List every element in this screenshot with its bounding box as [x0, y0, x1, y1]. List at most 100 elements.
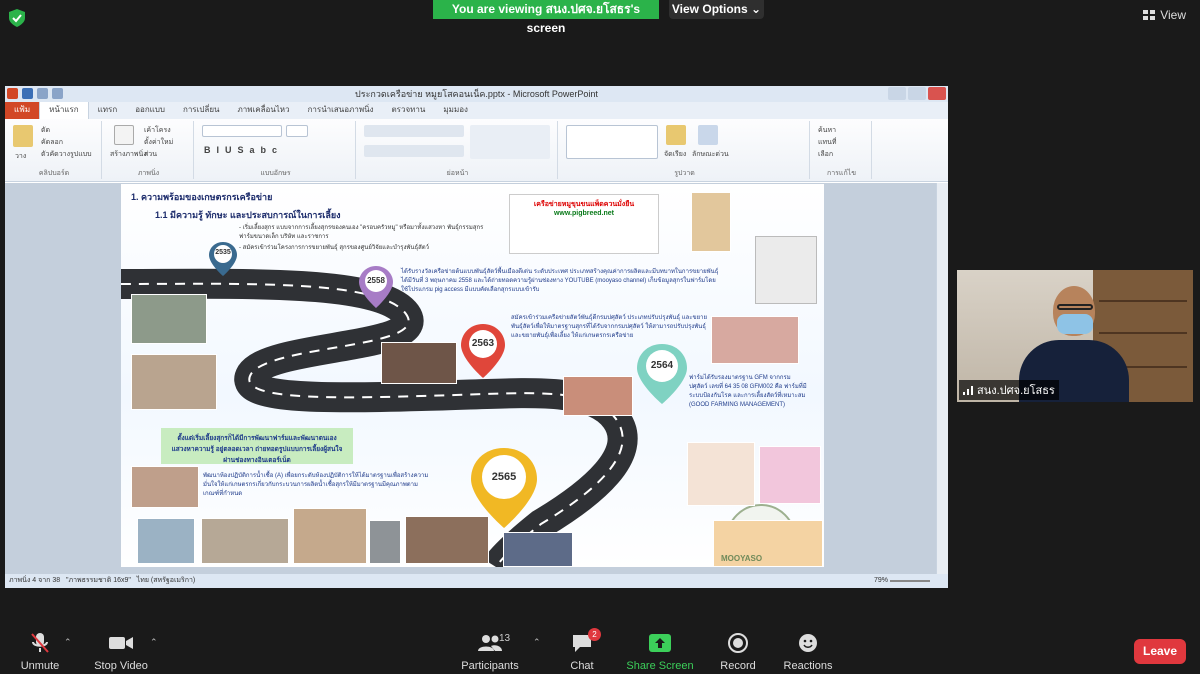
new-slide-label[interactable]: สร้างภาพนิ่ง	[110, 149, 147, 160]
slide-bullet-1: - เริ่มเลี้ยงสุกร แบบจากการเลี้ยงสุกรของ…	[239, 225, 484, 240]
microphone-muted-icon	[31, 633, 49, 653]
shapes-gallery[interactable]	[566, 125, 658, 159]
tab-home[interactable]: หน้าแรก	[39, 99, 89, 119]
award-photo	[759, 446, 821, 504]
reset-button[interactable]: ตั้งค่าใหม่	[144, 137, 173, 148]
pin-year-2558: 2558	[367, 276, 385, 285]
boar-photo	[131, 466, 199, 508]
pin-year-2563: 2563	[471, 338, 495, 349]
quick-styles-button[interactable]: ลักษณะด่วน	[692, 149, 729, 160]
format-painter-button[interactable]: ตัวคัดวางรูปแบบ	[41, 149, 92, 160]
copy-button[interactable]: คัดลอก	[41, 137, 63, 148]
slide-green-callout: ตั้งแต่เริ่มเลี้ยงสุกรก็ได้มีการพัฒนาฟาร…	[161, 428, 353, 464]
smiley-icon	[799, 634, 817, 652]
tab-review[interactable]: ตรวจทาน	[382, 100, 434, 119]
grid-view-icon	[1143, 10, 1156, 20]
zoom-slider[interactable]	[890, 580, 930, 582]
reactions-button[interactable]: Reactions	[768, 632, 848, 672]
find-button[interactable]: ค้นหา	[818, 125, 836, 136]
video-camera-icon	[109, 637, 133, 649]
share-screen-button[interactable]: Share Screen	[620, 632, 700, 672]
replace-button[interactable]: แทนที่	[818, 137, 837, 148]
participants-count: 13	[499, 633, 511, 644]
tab-insert[interactable]: แทรก	[89, 100, 127, 119]
list-buttons[interactable]	[364, 125, 464, 137]
tab-animations[interactable]: ภาพเคลื่อนไหว	[228, 100, 298, 119]
font-style-buttons[interactable]: BIUSabc	[204, 145, 283, 155]
share-screen-label: Share Screen	[626, 660, 694, 672]
participant-glasses	[1057, 304, 1093, 310]
window-title: ประกวดเครือข่าย หมูยโสคอนเน็ค.pptx - Mic…	[355, 89, 598, 99]
redo-icon[interactable]	[52, 88, 63, 99]
slides-group-label: ภาพนิ่ง	[137, 170, 160, 177]
chat-label: Chat	[570, 660, 594, 672]
new-slide-icon[interactable]	[114, 125, 134, 145]
view-button[interactable]: View	[1143, 8, 1186, 22]
tab-view[interactable]: มุมมอง	[434, 100, 477, 119]
stop-video-button[interactable]: Stop Video	[81, 632, 161, 672]
tab-file[interactable]: แฟ้ม	[5, 100, 40, 119]
font-group: BIUSabc แบบอักษร	[196, 121, 356, 179]
pin-year-2535: 2535	[215, 249, 231, 256]
security-shield-icon[interactable]	[9, 9, 25, 27]
banner-title: เครือข่ายหมูขุนขนแพ็ดควนมั่งยืน	[533, 201, 635, 208]
tab-design[interactable]: ออกแบบ	[126, 100, 174, 119]
tab-slideshow[interactable]: การนำเสนอภาพนิ่ง	[299, 100, 383, 119]
audio-options-caret-icon[interactable]: ⌃	[64, 637, 72, 648]
record-label: Record	[720, 660, 756, 672]
powerpoint-statusbar: ภาพนิ่ง 4 จาก 38 "ภาพธรรมชาติ 16x9" ไทย …	[5, 574, 948, 588]
view-label: View	[1160, 8, 1186, 22]
visit-photo	[563, 376, 633, 416]
slide-position: ภาพนิ่ง 4 จาก 38	[9, 577, 61, 584]
participant-video-tile[interactable]: สนง.ปศจ.ยโสธร	[957, 270, 1193, 402]
participants-button[interactable]: 13 Participants	[450, 632, 530, 672]
certificate-photo	[755, 236, 817, 304]
chat-button[interactable]: 2 Chat	[542, 628, 622, 672]
text-direction-buttons[interactable]	[470, 125, 550, 159]
paragraph-group-label: ย่อหน้า	[446, 170, 469, 177]
slide-text-2558: ได้รับรางวัลเครือข่ายต้นแบบพันธุ์สัตว์พื…	[401, 269, 719, 293]
theme-name: "ภาพธรรมชาติ 16x9"	[66, 577, 131, 584]
editing-group: ค้นหา แทนที่ เลือก การแก้ไข	[812, 121, 872, 179]
video-options-caret-icon[interactable]: ⌃	[150, 637, 158, 648]
quick-styles-icon[interactable]	[698, 125, 718, 145]
paste-icon[interactable]	[13, 125, 33, 147]
minimize-icon[interactable]	[888, 87, 906, 100]
record-button[interactable]: Record	[698, 632, 778, 672]
arrange-icon[interactable]	[666, 125, 686, 145]
pin-year-2564: 2564	[650, 360, 674, 371]
timeline-pin-2564: 2564	[637, 344, 687, 404]
tab-transitions[interactable]: การเปลี่ยน	[174, 100, 229, 119]
select-button[interactable]: เลือก	[818, 149, 833, 160]
save-icon[interactable]	[22, 88, 33, 99]
zoom-level[interactable]: 79%	[874, 574, 888, 588]
piglets-photo	[381, 342, 457, 384]
view-options-button[interactable]: View Options ⌄	[669, 0, 764, 19]
vertical-scrollbar[interactable]	[936, 183, 948, 574]
training-photo	[405, 516, 489, 564]
maximize-icon[interactable]	[908, 87, 926, 100]
cut-button[interactable]: ตัด	[41, 125, 50, 136]
undo-icon[interactable]	[37, 88, 48, 99]
slide-text-2563: สมัครเข้าร่วมเครือข่ายสัตว์พันธุ์ดีกรมปศ…	[511, 315, 708, 339]
layout-button[interactable]: เค้าโครง	[144, 125, 171, 136]
sows-photo	[711, 316, 799, 364]
leave-button[interactable]: Leave	[1134, 639, 1186, 664]
record-icon	[728, 633, 748, 653]
align-buttons[interactable]	[364, 145, 464, 157]
font-size-select[interactable]	[286, 125, 308, 137]
paste-label[interactable]: วาง	[15, 151, 26, 162]
participants-label: Participants	[461, 660, 519, 672]
participants-caret-icon[interactable]: ⌃	[533, 637, 541, 648]
powerpoint-logo-icon	[7, 88, 18, 99]
arrange-button[interactable]: จัดเรียง	[664, 149, 686, 160]
pin-year-2565: 2565	[491, 471, 517, 483]
drawing-group-label: รูปวาด	[674, 170, 695, 177]
timeline-pin-2558: 2558	[359, 266, 393, 308]
section-button[interactable]: ส่วน	[144, 149, 157, 160]
close-icon[interactable]	[928, 87, 946, 100]
meeting-toolbar: Unmute ⌃ Stop Video ⌃ 13 Participants ⌃ …	[0, 620, 1200, 674]
reactions-label: Reactions	[783, 660, 833, 672]
font-name-select[interactable]	[202, 125, 282, 137]
current-slide[interactable]: 1. ความพร้อมของเกษตรกรเครือข่าย 1.1 มีคว…	[121, 184, 824, 567]
